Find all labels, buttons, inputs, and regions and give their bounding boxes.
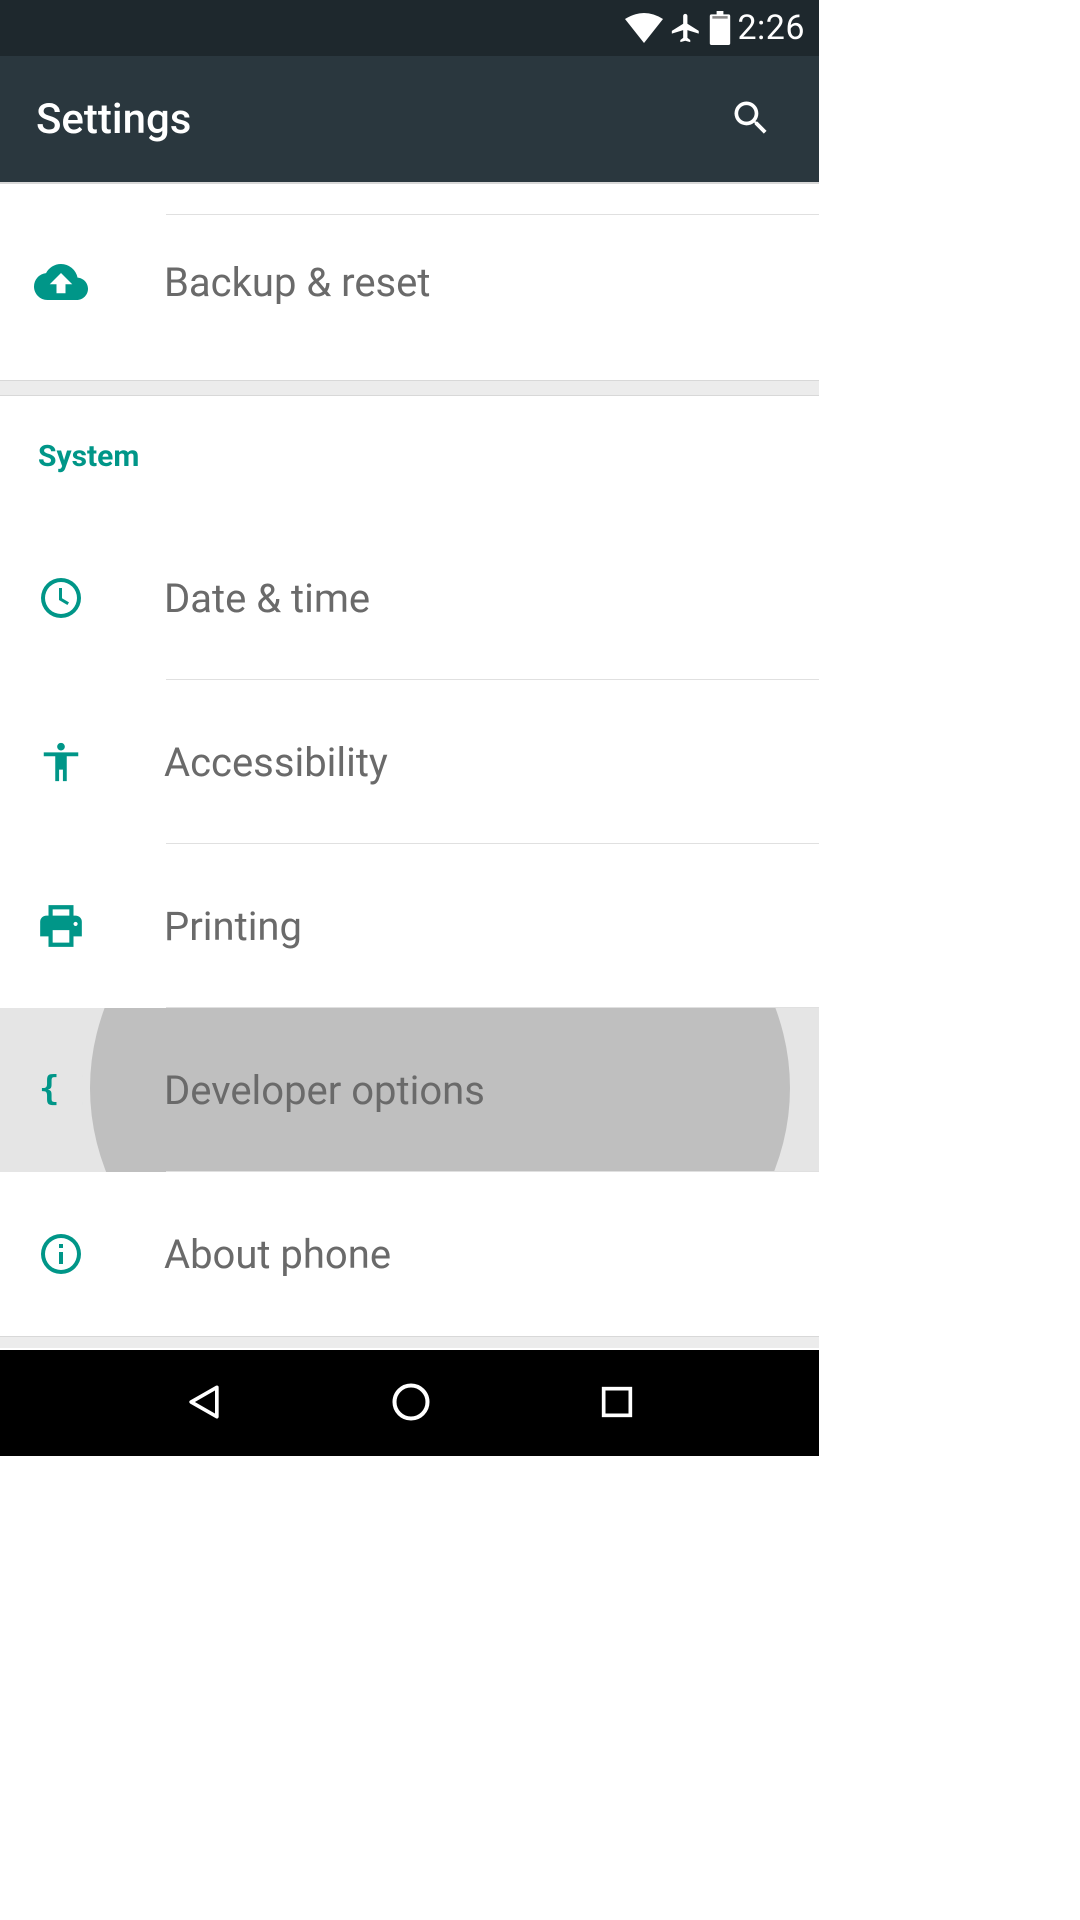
section-header-system: System <box>0 396 819 516</box>
settings-item-accessibility[interactable]: Accessibility <box>0 680 819 844</box>
nav-recent-button[interactable] <box>577 1362 657 1445</box>
svg-text:{ }: { } <box>39 1073 83 1107</box>
item-label: Backup & reset <box>164 259 430 306</box>
settings-item-backup-reset[interactable]: Backup & reset <box>0 184 819 380</box>
settings-item-date-time[interactable]: Date & time <box>0 516 819 680</box>
settings-item-about-phone[interactable]: About phone <box>0 1172 819 1336</box>
item-label: About phone <box>164 1231 391 1278</box>
accessibility-icon <box>32 739 90 785</box>
settings-item-printing[interactable]: Printing <box>0 844 819 1008</box>
recent-apps-icon <box>597 1410 637 1425</box>
home-icon <box>389 1412 433 1427</box>
item-label: Date & time <box>164 575 370 622</box>
status-bar: 2:26 <box>0 0 819 56</box>
section-divider <box>0 1336 819 1348</box>
status-time: 2:26 <box>737 8 805 48</box>
settings-list[interactable]: Backup & reset System Date & time Access… <box>0 184 819 1348</box>
cloud-upload-icon <box>32 263 90 301</box>
item-label: Printing <box>164 903 302 950</box>
wifi-icon <box>625 13 663 43</box>
item-label: Developer options <box>164 1067 485 1114</box>
info-icon <box>32 1230 90 1278</box>
airplane-icon <box>669 11 703 45</box>
settings-item-developer-options[interactable]: { } Developer options <box>0 1008 819 1172</box>
printer-icon <box>32 903 90 949</box>
search-button[interactable] <box>719 86 783 153</box>
nav-home-button[interactable] <box>369 1360 453 1447</box>
search-icon <box>729 128 773 143</box>
navigation-bar <box>0 1350 819 1456</box>
section-divider <box>0 380 819 396</box>
clock-icon <box>32 574 90 622</box>
page-title: Settings <box>36 95 191 144</box>
braces-icon: { } <box>32 1073 90 1107</box>
nav-back-button[interactable] <box>162 1360 246 1447</box>
back-icon <box>182 1412 226 1427</box>
section-title: System <box>38 439 139 474</box>
app-bar: Settings <box>0 56 819 184</box>
item-label: Accessibility <box>164 739 388 786</box>
battery-icon <box>709 11 731 45</box>
